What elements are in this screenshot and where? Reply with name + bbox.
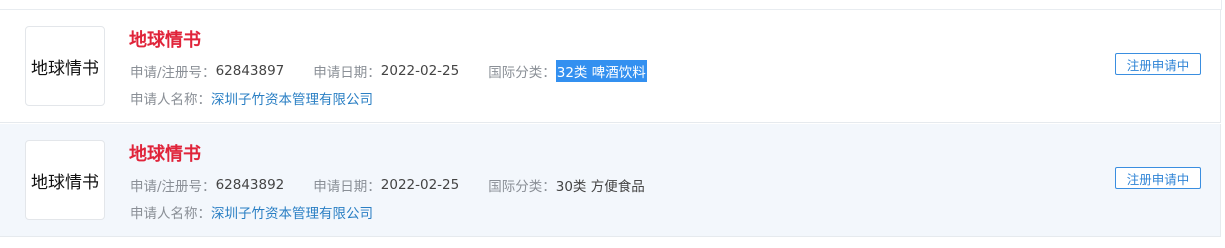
- trademark-result-list: 地球情书 地球情书 申请/注册号： 62843897 申请日期： 2022-02…: [0, 0, 1225, 248]
- class-label: 国际分类：: [488, 65, 556, 81]
- status-badge: 注册申请中: [1115, 167, 1201, 189]
- trademark-row[interactable]: 地球情书 地球情书 申请/注册号： 62843897 申请日期： 2022-02…: [0, 10, 1221, 123]
- class-label: 国际分类：: [488, 179, 556, 195]
- trademark-meta-line: 申请/注册号： 62843897 申请日期： 2022-02-25 国际分类： …: [130, 60, 647, 82]
- reg-no-label: 申请/注册号：: [130, 179, 216, 195]
- applicant-line: 申请人名称： 深圳子竹资本管理有限公司: [130, 88, 373, 108]
- applicant-link[interactable]: 深圳子竹资本管理有限公司: [211, 88, 373, 108]
- status-badge: 注册申请中: [1115, 53, 1201, 75]
- trademark-row[interactable]: 地球情书 地球情书 申请/注册号： 62843892 申请日期： 2022-02…: [0, 124, 1221, 237]
- trademark-logo-image[interactable]: 地球情书: [25, 140, 105, 220]
- date-label: 申请日期：: [313, 179, 381, 195]
- trademark-name-link[interactable]: 地球情书: [129, 26, 201, 52]
- reg-no-value: 62843897: [215, 63, 285, 79]
- trademark-name-link[interactable]: 地球情书: [129, 140, 201, 166]
- applicant-line: 申请人名称： 深圳子竹资本管理有限公司: [130, 202, 373, 222]
- applicant-link[interactable]: 深圳子竹资本管理有限公司: [211, 202, 373, 222]
- class-value-selected: 32类 啤酒饮料: [555, 60, 647, 82]
- trademark-meta-line: 申请/注册号： 62843892 申请日期： 2022-02-25 国际分类： …: [130, 175, 645, 195]
- trademark-logo-image[interactable]: 地球情书: [25, 26, 105, 106]
- logo-text: 地球情书: [31, 58, 99, 79]
- previous-row-edge: [0, 0, 1222, 10]
- logo-text: 地球情书: [31, 172, 99, 193]
- class-value: 30类 方便食品: [555, 179, 645, 195]
- date-label: 申请日期：: [313, 65, 381, 81]
- reg-no-label: 申请/注册号：: [130, 65, 216, 81]
- applicant-label: 申请人名称：: [130, 206, 211, 222]
- reg-no-value: 62843892: [215, 177, 285, 193]
- date-value: 2022-02-25: [380, 63, 460, 79]
- applicant-label: 申请人名称：: [130, 92, 211, 108]
- date-value: 2022-02-25: [380, 177, 460, 193]
